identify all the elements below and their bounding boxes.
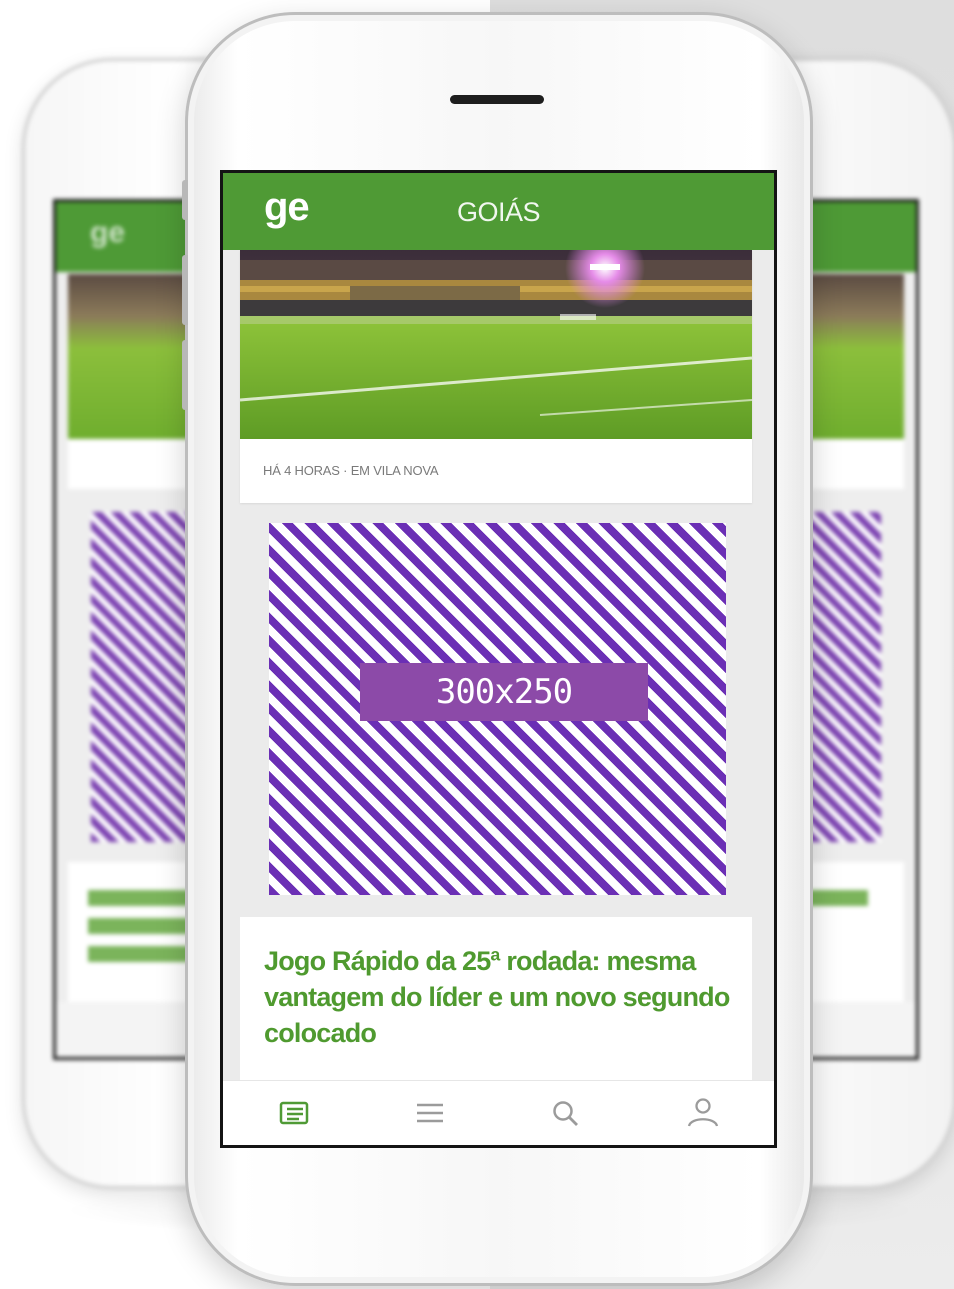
app-header: ge GOIÁS	[223, 173, 774, 250]
earpiece-speaker	[450, 95, 544, 104]
news-meta: HÁ 4 HORAS · EM VILA NOVA	[263, 463, 439, 478]
bottom-nav	[223, 1080, 774, 1145]
nav-profile[interactable]	[683, 1095, 723, 1131]
headline-title[interactable]: Jogo Rápido da 25ª rodada: mesma vantage…	[264, 943, 734, 1051]
front-phone: ge GOIÁS HÁ 4 HORAS · EM VILA NOVA 300x2…	[182, 12, 813, 1286]
stadium-photo[interactable]	[240, 250, 752, 439]
search-icon	[553, 1101, 578, 1126]
headline-card[interactable]: Jogo Rápido da 25ª rodada: mesma vantage…	[240, 917, 752, 1080]
nav-menu[interactable]	[411, 1095, 451, 1131]
ad-size-label: 300x250	[360, 663, 648, 721]
nav-search[interactable]	[546, 1095, 586, 1131]
mockup-scene: ge ge GOIÁS HÁ 4 HORAS · EM VILA NOVA 30…	[0, 0, 954, 1289]
mute-switch	[182, 180, 188, 220]
feed-content[interactable]: HÁ 4 HORAS · EM VILA NOVA 300x250 Jogo R…	[223, 250, 774, 1080]
volume-down-button	[182, 340, 188, 410]
ad-slot-300x250[interactable]: 300x250	[269, 523, 726, 895]
user-icon	[687, 1098, 719, 1127]
section-title: GOIÁS	[456, 197, 541, 227]
phone-screen: ge GOIÁS HÁ 4 HORAS · EM VILA NOVA 300x2…	[220, 170, 777, 1148]
news-icon	[279, 1101, 309, 1125]
back-logo: ge	[90, 216, 126, 249]
menu-icon	[417, 1103, 443, 1123]
nav-news[interactable]	[275, 1095, 315, 1131]
news-card[interactable]: HÁ 4 HORAS · EM VILA NOVA	[240, 250, 752, 503]
volume-up-button	[182, 255, 188, 325]
